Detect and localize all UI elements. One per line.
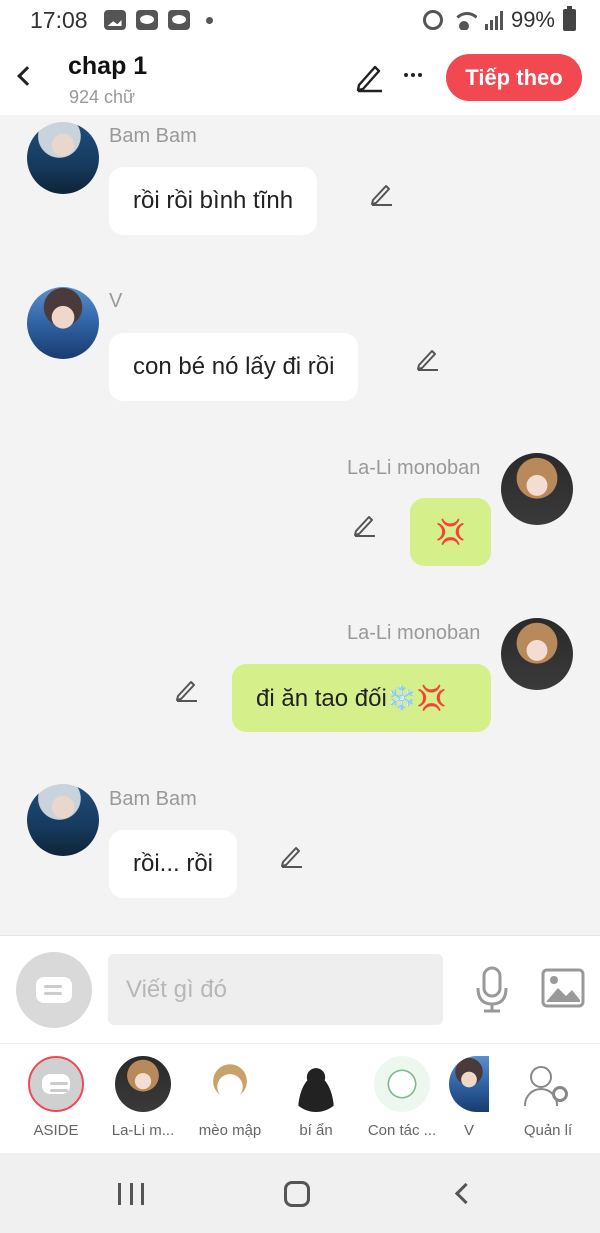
edit-message-button[interactable]	[414, 345, 442, 373]
character-label: La-Li m...	[111, 1122, 175, 1139]
character-la-li[interactable]: La-Li m...	[103, 1056, 183, 1139]
message-sender: V	[109, 290, 123, 312]
edit-message-button[interactable]	[368, 180, 396, 208]
image-icon	[541, 968, 585, 1008]
recent-bar-icon	[129, 1183, 133, 1205]
message-sender: Bam Bam	[109, 788, 197, 810]
more-dot-icon	[418, 73, 422, 77]
chat-bubble-icon	[42, 1074, 70, 1094]
message-sender: La-Li monoban	[347, 622, 481, 644]
character-meo-map[interactable]: mèo mập	[190, 1056, 270, 1139]
recent-bar-icon	[141, 1183, 144, 1205]
avatar-la-li-monoban[interactable]	[501, 618, 573, 690]
message-sender: La-Li monoban	[347, 457, 481, 479]
recent-bar-icon	[118, 1183, 121, 1205]
more-dot-icon	[411, 73, 415, 77]
message-bubble[interactable]: rồi rồi bình tĩnh	[109, 167, 318, 235]
edit-message-button[interactable]	[278, 842, 306, 870]
character-avatar	[288, 1056, 344, 1112]
message-bubble-mine[interactable]: 💢	[410, 498, 491, 566]
message-input[interactable]	[108, 954, 443, 1025]
recent-apps-button[interactable]	[118, 1183, 144, 1205]
character-label: ASIDE	[33, 1122, 79, 1139]
back-arrow-icon	[17, 66, 37, 86]
person-icon	[530, 1066, 552, 1088]
message-bubble[interactable]: con bé nó lấy đi rồi	[109, 333, 359, 401]
signal-icon	[484, 10, 503, 30]
word-count: 924 chữ	[69, 87, 136, 107]
system-navigation-bar	[0, 1153, 600, 1233]
character-label: Con tác ...	[367, 1122, 437, 1139]
app-notification-icon	[135, 10, 158, 30]
character-con-tac[interactable]: Con tác ...	[362, 1056, 442, 1139]
gear-icon	[552, 1086, 568, 1102]
character-label: Quản lí	[523, 1122, 573, 1139]
battery-icon	[563, 6, 576, 31]
pencil-icon	[371, 185, 392, 206]
pencil-icon	[176, 681, 197, 702]
aside-avatar	[28, 1056, 84, 1112]
microphone-button[interactable]	[472, 964, 512, 1014]
message-composer	[0, 935, 600, 1043]
manage-characters-button[interactable]: Quản lí	[508, 1056, 588, 1139]
next-chapter-button[interactable]: Tiếp theo	[446, 54, 582, 101]
pencil-icon	[417, 350, 438, 371]
manage-icon-wrap	[520, 1056, 576, 1112]
more-notifications-dot-icon	[205, 16, 213, 24]
edit-message-button[interactable]	[351, 511, 379, 539]
message-sender: Bam Bam	[109, 125, 197, 147]
chapter-header: chap 1 924 chữ Tiếp theo	[0, 40, 600, 115]
system-back-button[interactable]	[454, 1182, 477, 1205]
aside-toggle-button[interactable]	[16, 952, 92, 1028]
character-avatar	[374, 1056, 430, 1112]
status-time: 17:08	[30, 6, 88, 33]
chat-area[interactable]: Bam Bam rồi rồi bình tĩnh V con bé nó lấ…	[0, 115, 600, 935]
character-avatar	[449, 1056, 489, 1112]
character-selector: ASIDE La-Li m... mèo mập bí ẩn Con tác .…	[0, 1043, 600, 1153]
edit-message-button[interactable]	[173, 676, 201, 704]
back-button[interactable]	[12, 58, 42, 94]
status-right: 99%	[422, 6, 576, 33]
edit-chapter-button[interactable]	[352, 60, 386, 94]
character-v[interactable]: V	[449, 1056, 489, 1139]
pencil-icon	[356, 65, 382, 93]
microphone-icon	[476, 966, 508, 1013]
avatar-la-li-monoban[interactable]	[501, 453, 573, 525]
more-dot-icon	[404, 73, 408, 77]
gallery-notification-icon	[103, 10, 126, 30]
status-bar: 17:08 99%	[0, 0, 600, 40]
character-aside[interactable]: ASIDE	[16, 1056, 96, 1139]
more-options-button[interactable]	[398, 60, 428, 90]
home-button[interactable]	[284, 1181, 310, 1207]
message-bubble-mine[interactable]: đi ăn tao đối❄️💢	[232, 664, 491, 732]
character-label: bí ẩn	[299, 1122, 333, 1139]
pencil-icon	[354, 516, 375, 537]
character-label: V	[463, 1122, 474, 1139]
avatar-bam-bam[interactable]	[27, 784, 99, 856]
chat-bubble-icon	[36, 977, 72, 1003]
character-avatar	[115, 1056, 171, 1112]
pencil-icon	[281, 847, 302, 868]
avatar-bam-bam[interactable]	[27, 122, 99, 194]
status-left: 17:08	[30, 7, 213, 34]
message-bubble[interactable]: rồi... rồi	[109, 830, 238, 898]
chapter-title: chap 1	[68, 52, 148, 80]
avatar-v[interactable]	[27, 287, 99, 359]
character-bi-an[interactable]: bí ẩn	[276, 1056, 356, 1139]
wifi-icon	[451, 10, 477, 30]
app-notification-icon-2	[167, 10, 190, 30]
character-label: mèo mập	[198, 1122, 262, 1139]
battery-percent: 99%	[510, 7, 555, 32]
insert-image-button[interactable]	[540, 966, 586, 1010]
character-avatar	[202, 1056, 258, 1112]
alarm-icon	[422, 10, 443, 30]
